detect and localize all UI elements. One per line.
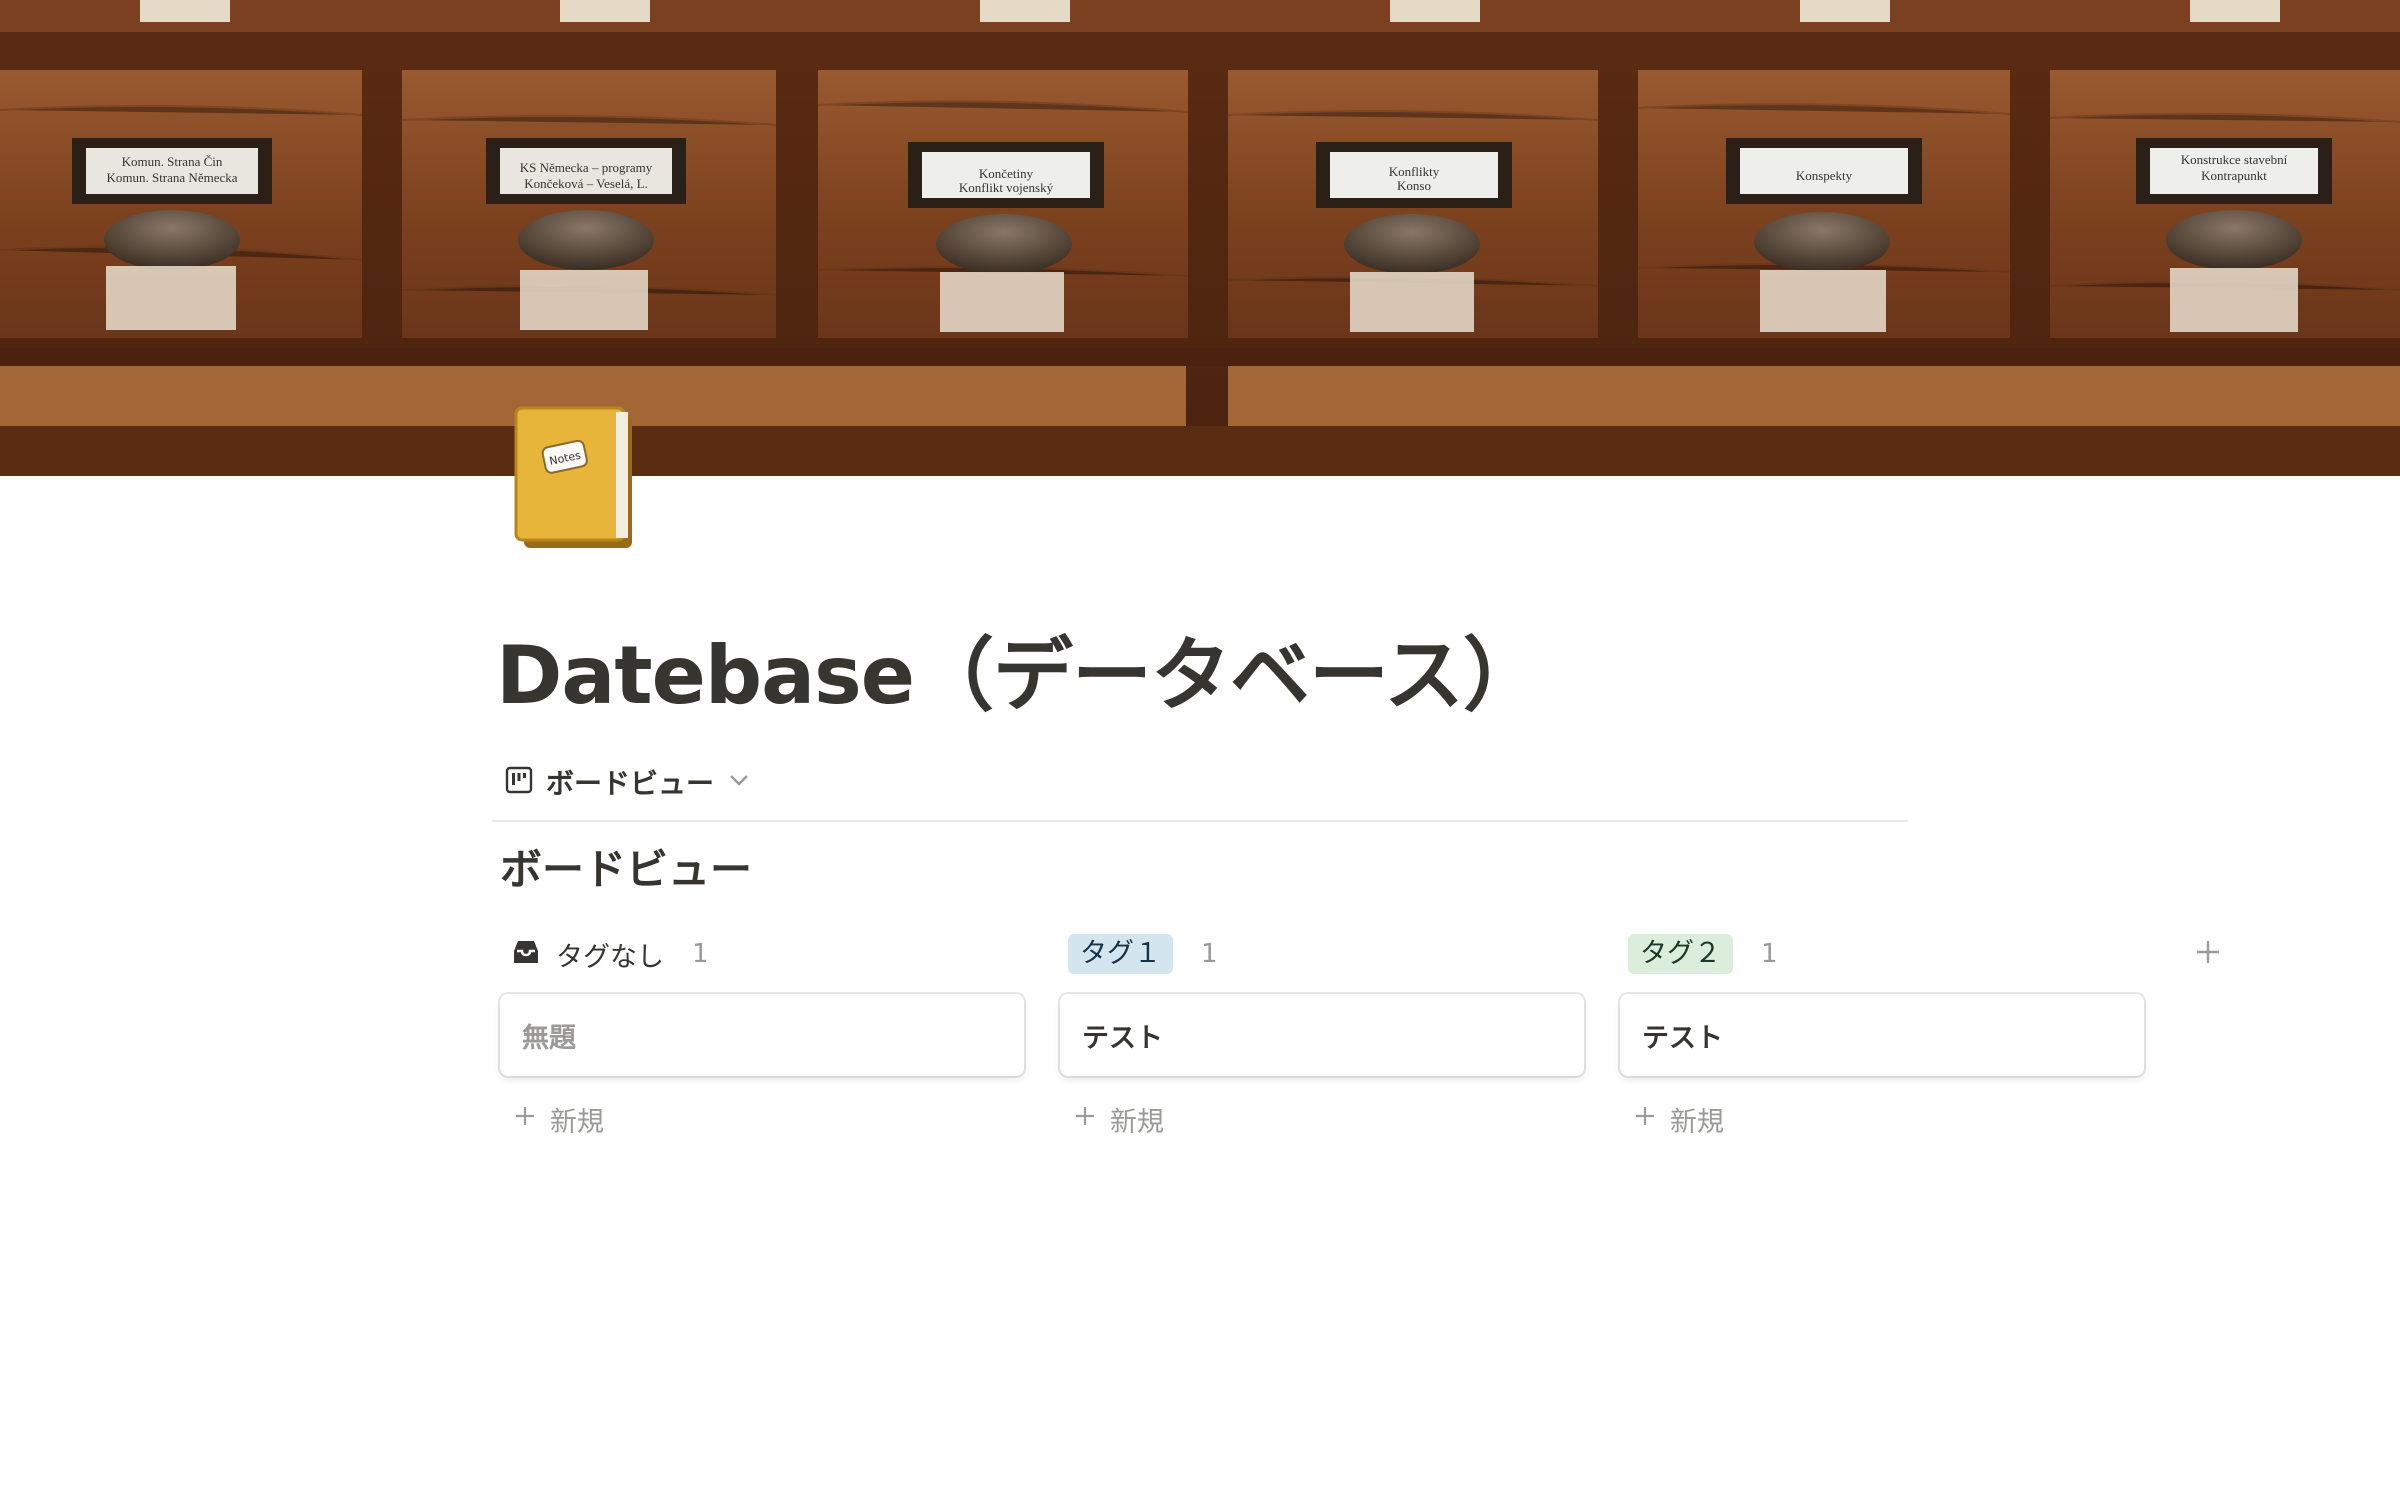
card-title: 無題 — [522, 1022, 576, 1054]
new-card-button[interactable]: 新規 — [1060, 1096, 1584, 1142]
svg-text:Končetiny: Končetiny — [979, 166, 1034, 181]
board-view-icon — [504, 765, 534, 799]
view-switcher[interactable]: ボードビュー — [504, 759, 752, 805]
svg-text:Konflikt vojenský: Konflikt vojenský — [959, 180, 1054, 195]
board-card[interactable]: 無題 — [500, 994, 1024, 1076]
group-count: 1 — [1761, 939, 1778, 969]
board-title[interactable]: ボードビュー — [500, 840, 752, 900]
card-title: テスト — [1082, 1022, 1163, 1054]
new-card-label: 新規 — [550, 1106, 604, 1138]
plus-icon — [512, 1103, 538, 1136]
page-title[interactable]: Datebase（データベース） — [496, 626, 1543, 726]
svg-text:Konspekty: Konspekty — [1796, 168, 1853, 183]
group-tag-pill: タグ２ — [1628, 934, 1733, 974]
new-card-label: 新規 — [1110, 1106, 1164, 1138]
plus-icon — [2193, 937, 2223, 971]
page-cover[interactable]: Komun. Strana Čin Komun. Strana Německa K… — [0, 0, 2400, 476]
view-divider — [492, 820, 1908, 822]
svg-text:Končeková – Veselá, L.: Končeková – Veselá, L. — [524, 176, 648, 191]
group-header[interactable]: タグなし 1 — [500, 928, 1024, 980]
board-card[interactable]: テスト — [1060, 994, 1584, 1076]
card-title: テスト — [1642, 1022, 1723, 1054]
svg-text:Kontrapunkt: Kontrapunkt — [2201, 168, 2267, 183]
card-catalog-illustration: Komun. Strana ČinKomun. Strana Německa K… — [0, 0, 2400, 476]
group-count: 1 — [692, 939, 709, 969]
svg-text:Konstrukce stavební: Konstrukce stavební — [2181, 152, 2288, 167]
group-header[interactable]: タグ２ 1 — [1620, 928, 2144, 980]
new-card-button[interactable]: 新規 — [1620, 1096, 2144, 1142]
board-card[interactable]: テスト — [1620, 994, 2144, 1076]
svg-text:KS Německa – programy: KS Německa – programy — [520, 160, 653, 175]
svg-text:Komun. Strana Německa: Komun. Strana Německa — [106, 170, 237, 185]
group-header[interactable]: タグ１ 1 — [1060, 928, 1584, 980]
chevron-down-icon — [726, 767, 752, 797]
add-group-button[interactable] — [2186, 928, 2230, 980]
notebook-icon-graphic: Notes — [514, 406, 632, 548]
plus-icon — [1072, 1103, 1098, 1136]
new-card-button[interactable]: 新規 — [500, 1096, 1024, 1142]
group-count: 1 — [1201, 939, 1218, 969]
board-group-tag1: タグ１ 1 テスト 新規 — [1060, 928, 1584, 1142]
svg-text:Konso: Konso — [1397, 178, 1431, 193]
board-group-untagged: タグなし 1 無題 新規 — [500, 928, 1024, 1142]
svg-text:Konflikty: Konflikty — [1389, 164, 1440, 179]
notebook-icon[interactable]: Notes — [512, 402, 636, 552]
view-switcher-label: ボードビュー — [546, 767, 715, 800]
plus-icon — [1632, 1103, 1658, 1136]
group-tag-pill: タグ１ — [1068, 934, 1173, 974]
inbox-icon — [500, 937, 542, 971]
new-card-label: 新規 — [1670, 1106, 1724, 1138]
group-label: タグなし — [556, 941, 664, 973]
svg-text:Komun. Strana Čin: Komun. Strana Čin — [122, 154, 223, 169]
board-group-tag2: タグ２ 1 テスト 新規 — [1620, 928, 2144, 1142]
